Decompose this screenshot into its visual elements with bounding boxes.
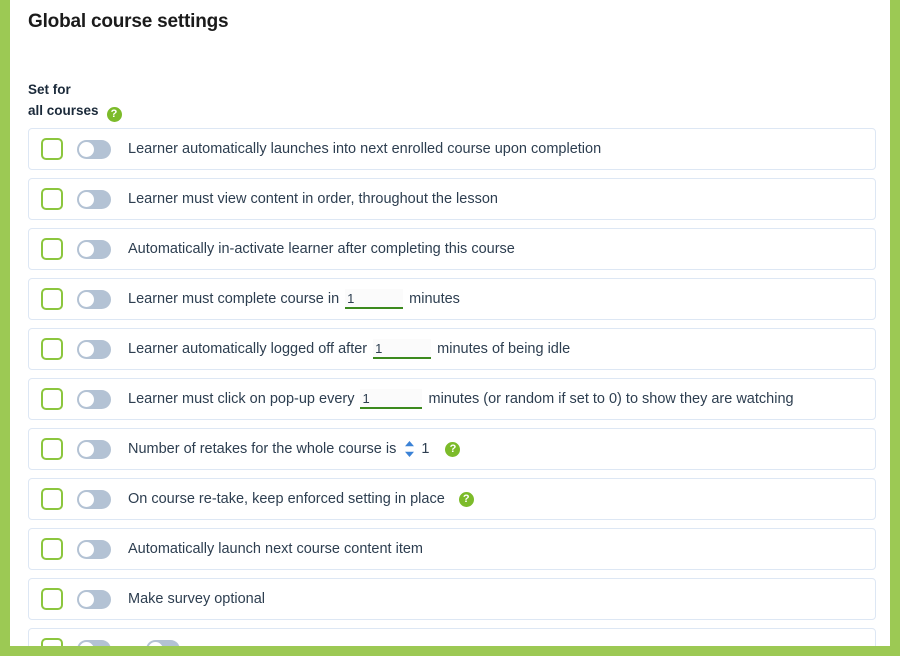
set-for-label: Set for all courses? bbox=[28, 79, 122, 122]
row-toggle[interactable] bbox=[77, 439, 111, 459]
settings-window: Global course settings Set for all cours… bbox=[0, 0, 900, 656]
help-icon[interactable]: ? bbox=[445, 441, 461, 457]
row-checkbox[interactable] bbox=[41, 638, 63, 646]
row-label: Number of retakes for the whole course i… bbox=[128, 440, 461, 458]
toggle-knob bbox=[79, 241, 94, 257]
row-label-text: On course re-take, keep enforced setting… bbox=[128, 491, 445, 507]
retakes-stepper[interactable] bbox=[404, 440, 415, 458]
popup-interval-minutes-input[interactable] bbox=[360, 389, 423, 409]
complete-course-minutes-input[interactable] bbox=[345, 289, 404, 309]
row-checkbox[interactable] bbox=[41, 188, 63, 210]
toggle-knob bbox=[79, 441, 94, 457]
row-toggle[interactable] bbox=[77, 539, 111, 559]
page-title: Global course settings bbox=[28, 11, 229, 32]
toggle-knob bbox=[79, 541, 94, 557]
toggle-knob bbox=[79, 391, 94, 407]
row-label-text: Learner automatically launches into next… bbox=[128, 141, 602, 157]
settings-content: Global course settings Set for all cours… bbox=[10, 0, 890, 646]
row-toggle[interactable] bbox=[77, 589, 111, 609]
table-row[interactable]: Learner must complete course in minutes bbox=[28, 278, 876, 320]
table-row[interactable]: Learner must view content in order, thro… bbox=[28, 178, 876, 220]
row-label-text-before: Learner must click on pop-up every bbox=[128, 391, 355, 407]
row-toggle[interactable] bbox=[77, 389, 111, 409]
table-row[interactable]: Learner automatically launches into next… bbox=[28, 128, 876, 170]
row-checkbox[interactable] bbox=[41, 388, 63, 410]
row-label-text: Automatically in-activate learner after … bbox=[128, 241, 515, 257]
row-checkbox[interactable] bbox=[41, 238, 63, 260]
row-checkbox[interactable] bbox=[41, 288, 63, 310]
row-checkbox[interactable] bbox=[41, 488, 63, 510]
toggle-knob bbox=[79, 141, 94, 157]
row-label-text-before: Learner automatically logged off after bbox=[128, 341, 368, 357]
row-label-text-after: minutes of being idle bbox=[437, 341, 571, 357]
toggle-knob bbox=[79, 641, 94, 646]
table-row[interactable]: Learner must click on pop-up every minut… bbox=[28, 378, 876, 420]
table-row[interactable]: Number of retakes for the whole course i… bbox=[28, 428, 876, 470]
row-label-text-after: minutes (or random if set to 0) to show … bbox=[428, 391, 794, 407]
table-row[interactable]: On course re-take, keep enforced setting… bbox=[28, 478, 876, 520]
row-label: Automatically in-activate learner after … bbox=[128, 241, 515, 257]
row-label: Automatically launch next course content… bbox=[128, 541, 423, 557]
retakes-value: 1 bbox=[421, 441, 430, 457]
row-label-text: Learner must view content in order, thro… bbox=[128, 191, 498, 207]
toggle-knob bbox=[79, 191, 94, 207]
row-toggle[interactable] bbox=[77, 189, 111, 209]
toggle-knob bbox=[79, 341, 94, 357]
row-label-text-before: Number of retakes for the whole course i… bbox=[128, 441, 397, 457]
table-row[interactable]: Automatically in-activate learner after … bbox=[28, 228, 876, 270]
table-row[interactable] bbox=[28, 628, 876, 646]
row-label: Make survey optional bbox=[128, 591, 265, 607]
row-label: On course re-take, keep enforced setting… bbox=[128, 491, 474, 507]
row-label-text: Automatically launch next course content… bbox=[128, 541, 423, 557]
toggle-knob bbox=[79, 591, 94, 607]
chevron-up-down-icon bbox=[405, 441, 415, 457]
idle-logoff-minutes-input[interactable] bbox=[373, 339, 432, 359]
row-label: Learner automatically launches into next… bbox=[128, 141, 601, 157]
toggle-knob bbox=[148, 641, 163, 646]
row-toggle[interactable] bbox=[77, 339, 111, 359]
row-toggle[interactable] bbox=[77, 289, 111, 309]
row-checkbox[interactable] bbox=[41, 438, 63, 460]
row-label-text: Make survey optional bbox=[128, 591, 266, 607]
set-for-line2: all courses bbox=[28, 103, 99, 118]
row-label: Learner must view content in order, thro… bbox=[128, 191, 498, 207]
toggle-knob bbox=[79, 491, 94, 507]
help-icon[interactable]: ? bbox=[458, 491, 474, 507]
row-label: Learner must complete course in minutes bbox=[128, 289, 460, 309]
settings-row-list: Learner automatically launches into next… bbox=[28, 128, 876, 646]
row-toggle[interactable] bbox=[77, 489, 111, 509]
row-checkbox[interactable] bbox=[41, 338, 63, 360]
table-row[interactable]: Make survey optional bbox=[28, 578, 876, 620]
row-label: Learner must click on pop-up every minut… bbox=[128, 389, 794, 409]
row-checkbox[interactable] bbox=[41, 138, 63, 160]
set-for-line1: Set for bbox=[28, 82, 71, 97]
help-icon[interactable]: ? bbox=[106, 107, 122, 122]
row-toggle[interactable] bbox=[77, 239, 111, 259]
row-toggle[interactable] bbox=[77, 639, 111, 646]
row-checkbox[interactable] bbox=[41, 588, 63, 610]
row-toggle[interactable] bbox=[77, 139, 111, 159]
row-toggle-secondary[interactable] bbox=[146, 639, 180, 646]
toggle-knob bbox=[79, 291, 94, 307]
row-label: Learner automatically logged off after m… bbox=[128, 339, 570, 359]
row-label-text-after: minutes bbox=[409, 291, 460, 307]
row-checkbox[interactable] bbox=[41, 538, 63, 560]
table-row[interactable]: Learner automatically logged off after m… bbox=[28, 328, 876, 370]
table-row[interactable]: Automatically launch next course content… bbox=[28, 528, 876, 570]
row-label-text-before: Learner must complete course in bbox=[128, 291, 340, 307]
